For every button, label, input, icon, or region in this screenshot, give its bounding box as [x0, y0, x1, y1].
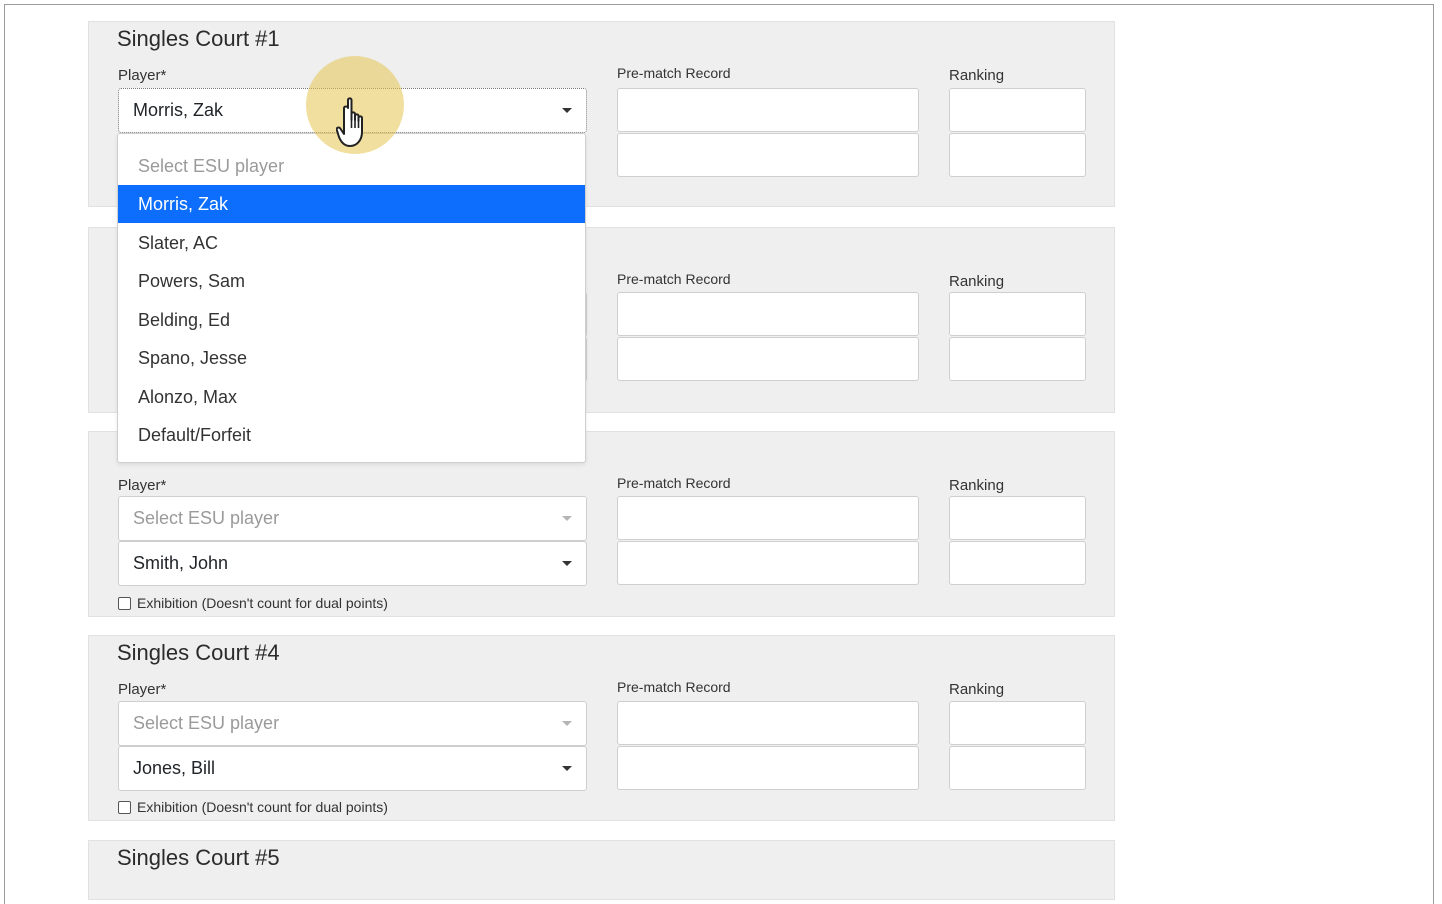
dropdown-option-selected[interactable]: Morris, Zak	[118, 185, 585, 223]
exhibition-checkbox-row[interactable]: Exhibition (Doesn't count for dual point…	[118, 595, 388, 611]
player-select-1[interactable]: Select ESU player	[118, 496, 587, 541]
checkbox-icon[interactable]	[118, 596, 131, 610]
player-dropdown-menu: Select ESU player Morris, Zak Slater, AC…	[117, 133, 586, 463]
record-input-1[interactable]	[617, 496, 919, 540]
dropdown-option[interactable]: Powers, Sam	[118, 262, 585, 300]
court-title: Singles Court #4	[117, 640, 280, 665]
dropdown-option[interactable]: Spano, Jesse	[118, 339, 585, 377]
ranking-input-1[interactable]	[949, 701, 1086, 745]
record-input-1[interactable]	[617, 701, 919, 745]
caret-down-icon	[562, 516, 572, 521]
ranking-input-1[interactable]	[949, 88, 1086, 132]
record-input-2[interactable]	[617, 541, 919, 585]
dropdown-option[interactable]: Slater, AC	[118, 224, 585, 262]
ranking-label: Ranking	[949, 273, 1005, 290]
record-label: Pre-match Record	[617, 679, 731, 695]
ranking-label: Ranking	[949, 477, 1005, 494]
record-input-1[interactable]	[617, 292, 919, 336]
caret-down-icon	[562, 721, 572, 726]
ranking-input-1[interactable]	[949, 496, 1086, 540]
record-label: Pre-match Record	[617, 65, 731, 81]
player-label: Player*	[118, 477, 167, 494]
dropdown-option[interactable]: Alonzo, Max	[118, 378, 585, 416]
player-select-value: Jones, Bill	[133, 758, 216, 778]
checkbox-icon[interactable]	[118, 800, 131, 814]
caret-down-icon	[562, 766, 572, 771]
exhibition-label: Exhibition (Doesn't count for dual point…	[137, 799, 388, 815]
record-input-2[interactable]	[617, 746, 919, 790]
player-select-placeholder: Select ESU player	[133, 508, 280, 528]
court-panel-4: Singles Court #4 Player* Pre-match Recor…	[88, 635, 1115, 821]
ranking-label: Ranking	[949, 681, 1005, 698]
caret-down-icon	[562, 108, 572, 113]
ranking-input-2[interactable]	[949, 337, 1086, 381]
player-select-value: Morris, Zak	[133, 100, 223, 120]
court-panel-5: Singles Court #5	[88, 840, 1115, 900]
dropdown-option[interactable]: Default/Forfeit	[118, 416, 585, 454]
hand-pointer-icon	[336, 97, 363, 147]
player-select-1[interactable]: Select ESU player	[118, 701, 587, 746]
player-label: Player*	[118, 681, 167, 698]
player-label: Player*	[118, 67, 167, 84]
player-select-2[interactable]: Smith, John	[118, 541, 587, 586]
court-title: Singles Court #1	[117, 26, 280, 51]
ranking-input-2[interactable]	[949, 746, 1086, 790]
exhibition-label: Exhibition (Doesn't count for dual point…	[137, 595, 388, 611]
court-title: Singles Court #5	[117, 845, 280, 870]
dropdown-option[interactable]: Belding, Ed	[118, 301, 585, 339]
record-label: Pre-match Record	[617, 271, 731, 287]
player-select-value: Smith, John	[133, 553, 229, 573]
caret-down-icon	[562, 561, 572, 566]
player-select-placeholder: Select ESU player	[133, 713, 280, 733]
ranking-input-1[interactable]	[949, 292, 1086, 336]
player-select-2[interactable]: Jones, Bill	[118, 746, 587, 791]
ranking-input-2[interactable]	[949, 541, 1086, 585]
ranking-input-2[interactable]	[949, 133, 1086, 177]
record-label: Pre-match Record	[617, 475, 731, 491]
record-input-2[interactable]	[617, 133, 919, 177]
record-input-2[interactable]	[617, 337, 919, 381]
ranking-label: Ranking	[949, 67, 1005, 84]
exhibition-checkbox-row[interactable]: Exhibition (Doesn't count for dual point…	[118, 799, 388, 815]
record-input-1[interactable]	[617, 88, 919, 132]
